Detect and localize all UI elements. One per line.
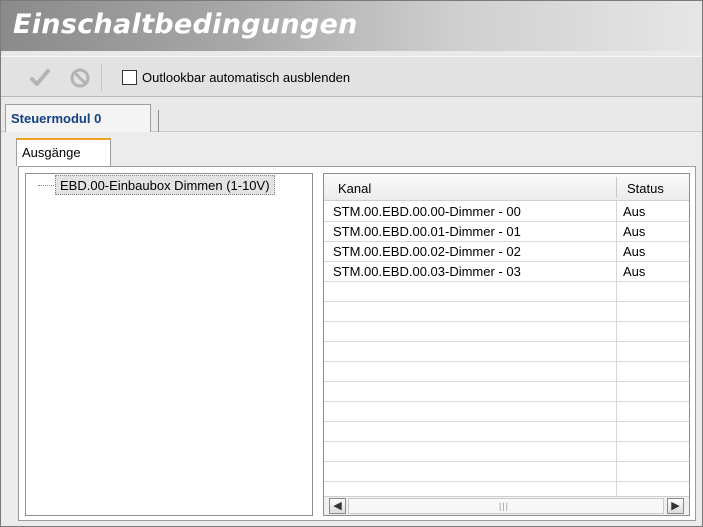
- table-row[interactable]: STM.00.EBD.00.03-Dimmer - 03 Aus: [324, 262, 689, 282]
- empty-row: [324, 362, 689, 382]
- cell-kanal: STM.00.EBD.00.03-Dimmer - 03: [333, 264, 521, 279]
- device-tree[interactable]: EBD.00-Einbaubox Dimmen (1-10V): [25, 173, 313, 516]
- tab-steuermodul[interactable]: Steuermodul 0: [5, 104, 151, 132]
- horizontal-scrollbar[interactable]: ◀ ||| ▶: [324, 496, 689, 515]
- column-divider[interactable]: [616, 177, 617, 198]
- table-row[interactable]: STM.00.EBD.00.02-Dimmer - 02 Aus: [324, 242, 689, 262]
- cell-kanal: STM.00.EBD.00.00-Dimmer - 00: [333, 204, 521, 219]
- empty-row: [324, 302, 689, 322]
- column-header-kanal[interactable]: Kanal: [338, 181, 371, 196]
- toolbar-separator: [101, 65, 102, 91]
- empty-row: [324, 322, 689, 342]
- cell-status: Aus: [623, 224, 646, 239]
- channel-list[interactable]: Kanal Status STM.00.EBD.00.00-Dimmer - 0…: [323, 173, 690, 516]
- list-header: Kanal Status: [324, 174, 689, 201]
- empty-row: [324, 342, 689, 362]
- empty-row: [324, 442, 689, 462]
- table-row[interactable]: STM.00.EBD.00.01-Dimmer - 01 Aus: [324, 222, 689, 242]
- empty-row: [324, 382, 689, 402]
- tree-node-ebd[interactable]: EBD.00-Einbaubox Dimmen (1-10V): [55, 175, 275, 195]
- autohide-label[interactable]: Outlookbar automatisch ausblenden: [142, 70, 350, 85]
- scroll-left-button[interactable]: ◀: [329, 498, 346, 514]
- tree-connector: [38, 185, 54, 186]
- module-panel: Ausgänge EBD.00-Einbaubox Dimmen (1-10V)…: [1, 132, 702, 526]
- tab-ausgaenge[interactable]: Ausgänge: [16, 138, 111, 166]
- window-title: Einschaltbedingungen: [13, 9, 358, 40]
- empty-row: [324, 422, 689, 442]
- checkmark-icon[interactable]: [29, 67, 51, 89]
- tab-strip-divider: [158, 110, 159, 132]
- cell-status: Aus: [623, 264, 646, 279]
- scroll-grip-icon: |||: [499, 501, 510, 511]
- scroll-thumb[interactable]: |||: [348, 498, 664, 514]
- autohide-checkbox[interactable]: [122, 70, 137, 85]
- outputs-panel: EBD.00-Einbaubox Dimmen (1-10V) Kanal St…: [18, 166, 696, 521]
- title-bar: Einschaltbedingungen: [1, 1, 702, 51]
- table-row[interactable]: STM.00.EBD.00.00-Dimmer - 00 Aus: [324, 202, 689, 222]
- cell-kanal: STM.00.EBD.00.01-Dimmer - 01: [333, 224, 521, 239]
- empty-row: [324, 402, 689, 422]
- scroll-right-button[interactable]: ▶: [667, 498, 684, 514]
- cell-status: Aus: [623, 204, 646, 219]
- column-header-status[interactable]: Status: [627, 181, 664, 196]
- cell-status: Aus: [623, 244, 646, 259]
- toolbar: Outlookbar automatisch ausblenden: [1, 56, 702, 97]
- empty-row: [324, 282, 689, 302]
- window: Einschaltbedingungen Outlookbar automati…: [0, 0, 703, 527]
- empty-row: [324, 462, 689, 482]
- module-tab-strip: Steuermodul 0: [1, 98, 702, 132]
- cell-kanal: STM.00.EBD.00.02-Dimmer - 02: [333, 244, 521, 259]
- cancel-circle-icon[interactable]: [69, 67, 91, 89]
